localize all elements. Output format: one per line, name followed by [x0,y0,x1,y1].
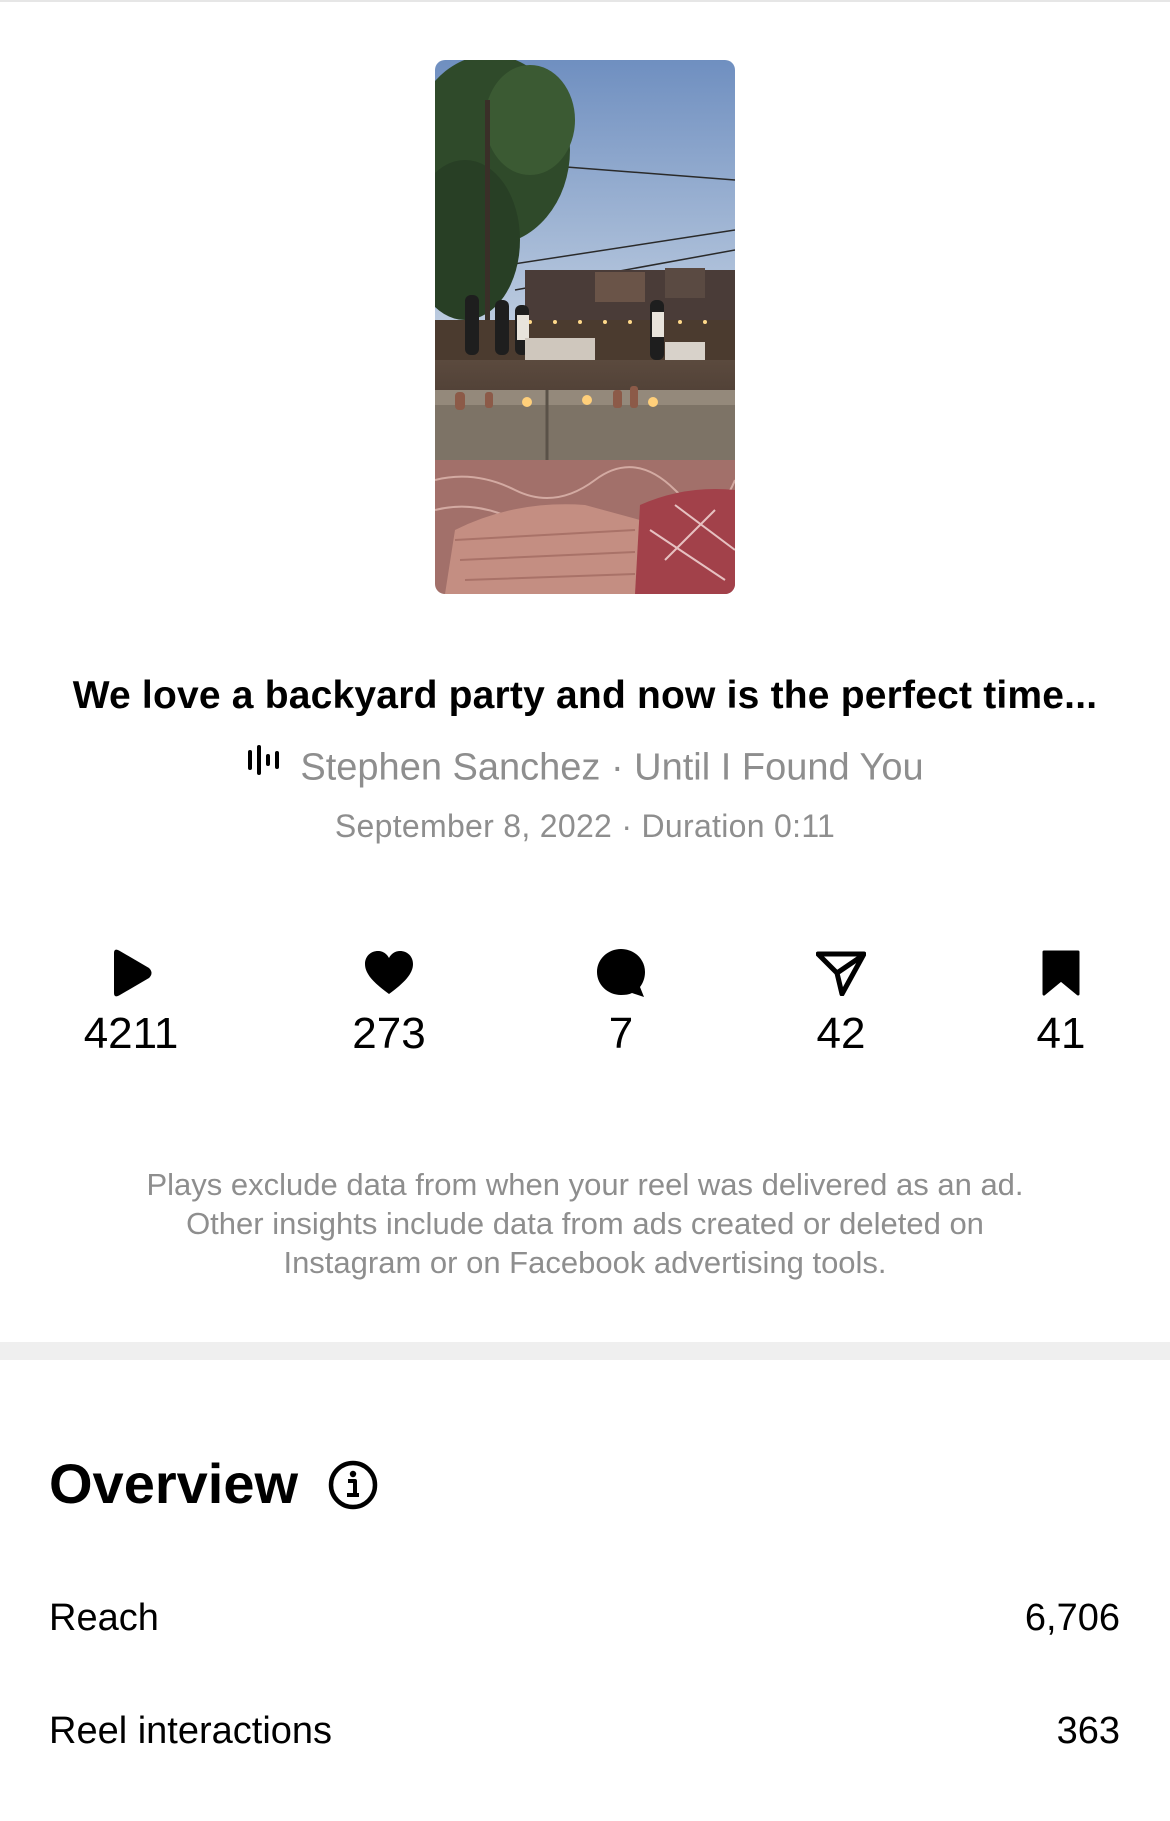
audio-waveform-icon [246,742,284,785]
overview-heading: Overview [49,1452,299,1515]
disclaimer-line-1: Plays exclude data from when your reel w… [146,1167,1024,1202]
reel-date-duration: September 8, 2022 · Duration 0:11 [334,808,836,844]
reach-value: 6,706 [1024,1597,1120,1639]
comments-count: 7 [608,1009,634,1058]
stat-comments: 7 [521,945,721,1059]
top-separator [0,0,1170,2]
reel-audio[interactable]: Stephen Sanchez · Until I Found You [0,745,1170,789]
info-circle-icon[interactable] [328,1460,378,1515]
play-icon [31,945,231,1001]
disclaimer-line-2: Other insights include data from ads cre… [186,1206,984,1241]
stat-shares: 42 [741,945,941,1059]
reel-interactions-value: 363 [1056,1710,1120,1752]
heart-icon [289,945,489,1001]
stat-likes: 273 [289,945,489,1059]
stat-saves: 41 [961,945,1161,1059]
shares-count: 42 [816,1009,866,1058]
comment-bubble-icon [521,945,721,1001]
reel-stats-row: 4211 273 7 42 41 [0,945,1170,1065]
insights-disclaimer: Plays exclude data from when your reel w… [60,1165,1110,1282]
likes-count: 273 [352,1009,426,1058]
saves-count: 41 [1036,1009,1086,1058]
reel-insights-page: We love a backyard party and now is the … [0,0,1170,1821]
send-paper-plane-icon [741,945,941,1001]
reel-thumbnail[interactable] [435,60,735,594]
reach-label: Reach [49,1597,159,1639]
plays-count: 4211 [83,1009,179,1058]
reel-caption: We love a backyard party and now is the … [72,674,1098,717]
section-divider [0,1342,1170,1360]
disclaimer-line-3: Instagram or on Facebook advertising too… [283,1245,887,1280]
reel-interactions-label: Reel interactions [49,1710,333,1752]
stat-plays: 4211 [31,945,231,1059]
bookmark-icon [961,945,1161,1001]
audio-title: Stephen Sanchez · Until I Found You [300,746,924,789]
